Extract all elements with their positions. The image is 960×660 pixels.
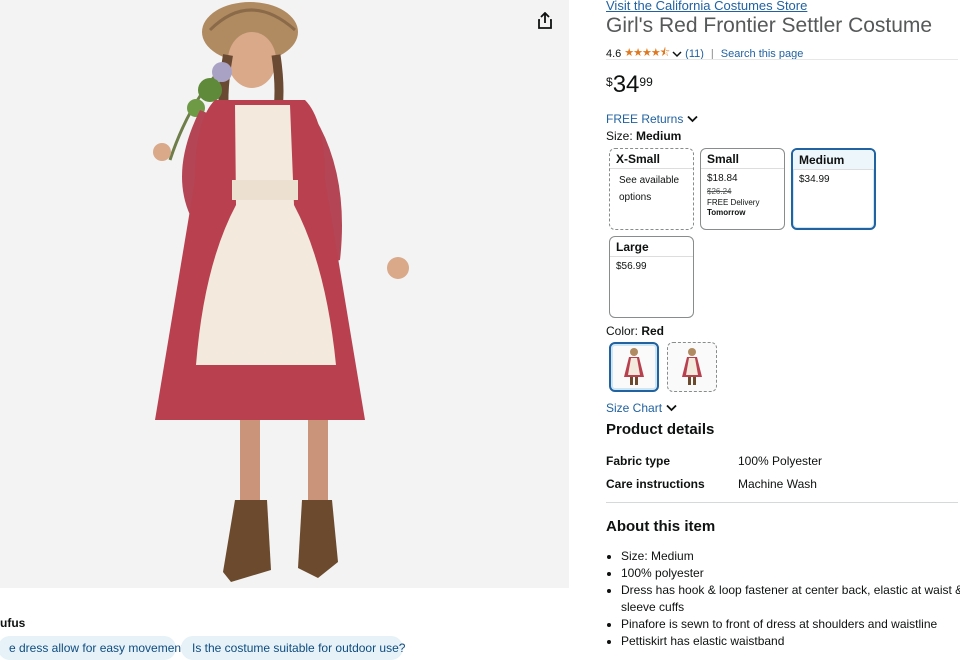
rufus-label: ufus [0,616,26,630]
size-option-price: $18.84 [707,173,738,184]
swatch-thumbnail [624,348,644,385]
about-bullet: Dress has hook & loop fastener at center… [621,582,960,616]
share-button[interactable] [534,10,556,32]
store-link[interactable]: Visit the California Costumes Store [606,0,807,13]
price: $ 34 99 [606,72,653,98]
about-bullet-list: Size: Medium 100% polyester Dress has ho… [606,548,960,650]
detail-row: Care instructions Machine Wash [606,477,817,491]
product-photo[interactable] [140,0,430,588]
size-option-small[interactable]: Small $18.84 $26.24 FREE Delivery Tomorr… [700,148,785,230]
divider [606,502,958,503]
size-option-note: See available [619,175,680,186]
divider [606,59,958,60]
size-option-note: options [619,192,652,203]
size-label: Size: Medium [606,129,681,143]
product-details-heading: Product details [606,421,715,438]
color-label: Color: Red [606,324,664,338]
size-option-name: X-Small [610,149,693,169]
swatch-thumbnail [682,348,702,385]
size-option-x-small[interactable]: X-Small See available options [609,148,694,230]
size-selected: Medium [636,129,682,143]
size-option-name: Medium [793,150,874,170]
rating-count-link[interactable]: (11) [685,48,704,60]
about-bullet: Pinafore is sewn to front of dress at sh… [621,616,960,633]
share-icon [538,12,552,29]
color-selected: Red [641,324,665,338]
color-swatch-alt[interactable] [667,342,717,392]
star-rating-icon[interactable]: ★★★★⯪ [624,44,670,63]
product-title: Girl's Red Frontier Settler Costume [606,14,933,37]
size-option-price: $56.99 [616,261,647,272]
rufus-question-chip[interactable]: Is the costume suitable for outdoor use? [181,636,405,660]
about-heading: About this item [606,518,716,535]
rufus-question-chip[interactable]: e dress allow for easy movement? [0,636,191,660]
size-option-price: $34.99 [799,174,830,185]
about-bullet: 100% polyester [621,565,960,582]
rating-value: 4.6 [606,47,622,60]
size-option-large[interactable]: Large $56.99 [609,236,694,318]
size-option-list-price: $26.24 [707,187,732,196]
search-page-link[interactable]: Search this page [721,48,804,60]
rating-divider: | [710,47,714,60]
price-fraction: 99 [639,75,653,89]
color-label-prefix: Color: [606,324,642,338]
detail-value: 100% Polyester [738,454,823,468]
rating-row: 4.6 ★★★★⯪ (11) | Search this page [606,44,803,63]
size-option-name: Large [610,237,693,257]
free-returns-label: FREE Returns [606,112,684,126]
size-option-delivery: FREE Delivery [707,198,760,207]
color-swatch-red[interactable] [609,342,659,392]
size-chart-link[interactable]: Size Chart [606,401,677,415]
free-returns-link[interactable]: FREE Returns [606,112,698,126]
detail-key: Fabric type [606,454,671,468]
size-option-medium[interactable]: Medium $34.99 [791,148,876,230]
size-option-delivery-day: Tomorrow [707,208,746,217]
chevron-down-icon [687,115,698,123]
price-symbol: $ [606,75,613,89]
about-bullet: Size: Medium [621,548,960,565]
chevron-down-icon [666,404,677,412]
detail-key: Care instructions [606,477,705,491]
size-chart-label: Size Chart [606,401,663,415]
chevron-down-icon[interactable] [672,50,682,58]
detail-value: Machine Wash [738,477,817,491]
size-label-prefix: Size: [606,129,637,143]
size-option-name: Small [701,149,784,169]
detail-row: Fabric type 100% Polyester [606,454,822,468]
price-whole: 34 [612,71,640,98]
about-bullet: Pettiskirt has elastic waistband [621,633,960,650]
product-image-panel[interactable] [0,0,569,588]
